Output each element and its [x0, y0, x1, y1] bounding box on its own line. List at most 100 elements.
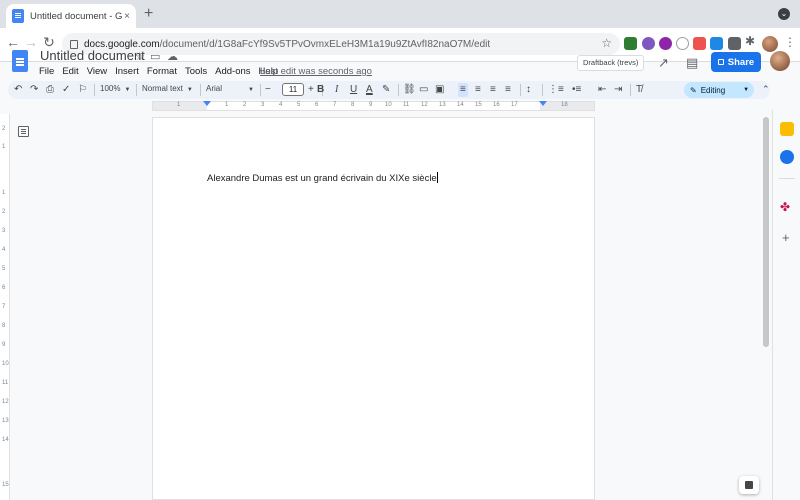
bold-button[interactable]: B — [317, 83, 324, 97]
toolbar-divider — [520, 84, 521, 96]
font-size-input[interactable]: 11 — [282, 83, 304, 96]
explore-button[interactable] — [739, 476, 759, 494]
text-color-button[interactable]: A — [366, 83, 373, 97]
close-icon[interactable]: × — [124, 11, 130, 22]
bookmark-star-icon[interactable]: ☆ — [601, 36, 612, 50]
ruler-label: 8 — [2, 323, 6, 329]
puzzle-icon[interactable]: ✱ — [745, 34, 758, 48]
align-center-icon[interactable]: ≡ — [475, 83, 481, 97]
ruler-label: 3 — [2, 228, 6, 234]
underline-button[interactable]: U — [350, 83, 357, 97]
more-vert-icon[interactable]: ⋮ — [784, 35, 796, 49]
toolbar-divider — [260, 84, 261, 96]
align-justify-icon[interactable]: ≡ — [505, 83, 511, 97]
italic-button[interactable]: I — [335, 83, 338, 97]
document-outline-icon[interactable] — [18, 126, 29, 137]
ruler-label: 4 — [279, 102, 283, 108]
zoom-value: 100% — [100, 84, 121, 93]
line-spacing-icon[interactable]: ↕ — [526, 83, 531, 97]
align-right-icon[interactable]: ≡ — [490, 83, 496, 97]
back-button[interactable]: ← — [4, 34, 22, 50]
tasks-icon[interactable] — [780, 150, 794, 164]
menu-format[interactable]: Format — [147, 66, 177, 77]
numbered-list-icon[interactable]: ⋮≡ — [548, 83, 564, 97]
extension-icon[interactable] — [624, 37, 637, 50]
browser-tab[interactable]: Untitled document - Google Docs × — [6, 4, 136, 28]
chevron-up-icon[interactable]: ⌃ — [762, 84, 770, 95]
menu-add-ons[interactable]: Add-ons — [215, 66, 250, 77]
scrollbar[interactable] — [763, 117, 769, 347]
ruler-label: 11 — [403, 102, 410, 108]
cloud-status-icon[interactable]: ☁ — [167, 50, 178, 63]
decrease-font-size-button[interactable]: − — [265, 83, 271, 97]
draftback-button[interactable]: Draftback (trevs) — [577, 55, 645, 71]
redo-icon[interactable]: ↷ — [30, 83, 38, 97]
vertical-ruler[interactable]: 2 1 1 2 3 4 5 6 7 8 9 10 11 12 13 14 15 — [0, 114, 10, 500]
extension-icon[interactable] — [659, 37, 672, 50]
insert-image-icon[interactable]: ▣ — [435, 83, 444, 97]
zoom-select[interactable]: 100% ▼ — [100, 84, 130, 93]
omnibox[interactable]: docs.google.com/document/d/1G8aFcYf9Sv5T… — [62, 33, 620, 55]
ruler-label: 9 — [369, 102, 373, 108]
extension-icon[interactable] — [676, 37, 689, 50]
horizontal-ruler[interactable]: 1 1 2 3 4 5 6 7 8 9 10 11 12 13 14 15 16… — [152, 101, 595, 111]
style-select[interactable]: Normal text ▼ — [142, 84, 193, 93]
font-value: Arial — [206, 84, 223, 93]
keep-icon[interactable] — [780, 122, 794, 136]
highlight-color-icon[interactable]: ✎ — [382, 83, 390, 97]
forward-button[interactable]: → — [22, 34, 40, 50]
url-path: /document/d/1G8aFcYf9Sv5TPvOvmxELeH3M1a1… — [159, 38, 491, 50]
menu-tools[interactable]: Tools — [185, 66, 207, 77]
star-icon[interactable]: ☆ — [135, 50, 145, 63]
add-addon-icon[interactable]: + — [782, 230, 790, 245]
share-label: Share — [727, 56, 755, 68]
spellcheck-icon[interactable]: ✓ — [62, 83, 70, 97]
menu-bar: File Edit View Insert Format Tools Add-o… — [39, 66, 278, 77]
activity-trend-icon[interactable]: ↗ — [658, 55, 669, 71]
extension-icon[interactable] — [693, 37, 706, 50]
ruler-label: 14 — [457, 102, 464, 108]
document-body[interactable]: Alexandre Dumas est un grand écrivain du… — [207, 172, 438, 184]
avatar[interactable] — [770, 51, 790, 71]
toolbar-divider — [398, 84, 399, 96]
font-select[interactable]: Arial ▼ — [206, 84, 254, 93]
undo-icon[interactable]: ↶ — [14, 83, 22, 97]
right-indent-marker[interactable] — [539, 101, 547, 106]
align-left-icon[interactable]: ≡ — [458, 83, 468, 97]
document-title[interactable]: Untitled document — [40, 48, 145, 63]
decrease-indent-icon[interactable]: ⇤ — [598, 83, 606, 97]
menu-insert[interactable]: Insert — [115, 66, 139, 77]
paint-format-icon[interactable]: ⚐ — [78, 83, 87, 97]
insert-link-icon[interactable]: ⛓ — [403, 83, 416, 97]
text-cursor — [436, 172, 438, 183]
comment-history-icon[interactable]: ▤ — [686, 55, 698, 71]
increase-font-size-button[interactable]: + — [308, 83, 314, 97]
menu-view[interactable]: View — [87, 66, 107, 77]
extension-icon[interactable] — [728, 37, 741, 50]
clear-formatting-icon[interactable]: T̸ — [636, 83, 642, 97]
last-edit-link[interactable]: Last edit was seconds ago — [260, 66, 372, 77]
add-comment-icon[interactable]: ▭ — [419, 83, 428, 97]
left-indent-marker[interactable] — [203, 101, 211, 106]
document-page[interactable]: Alexandre Dumas est un grand écrivain du… — [152, 117, 595, 500]
move-folder-icon[interactable]: ▭ — [150, 50, 160, 63]
print-icon[interactable]: ⎙ — [46, 83, 54, 97]
extension-icon[interactable] — [642, 37, 655, 50]
extension-icon[interactable] — [710, 37, 723, 50]
formatting-toolbar: ↶ ↷ ⎙ ✓ ⚐ 100% ▼ Normal text ▼ Arial ▼ − 11… — [8, 81, 770, 99]
chevron-down-icon[interactable]: ⌄ — [778, 8, 790, 20]
bulleted-list-icon[interactable]: •≡ — [572, 83, 581, 97]
menu-edit[interactable]: Edit — [62, 66, 78, 77]
menu-file[interactable]: File — [39, 66, 54, 77]
toolbar-divider — [136, 84, 137, 96]
increase-indent-icon[interactable]: ⇥ — [614, 83, 622, 97]
editing-mode-button[interactable]: ✎ Editing ▼ — [684, 82, 754, 98]
new-tab-button[interactable]: + — [144, 5, 153, 23]
addon-butterfly-icon[interactable]: ✤ — [780, 200, 794, 214]
ruler-label: 9 — [2, 342, 6, 348]
document-paragraph[interactable]: Alexandre Dumas est un grand écrivain du… — [207, 173, 437, 184]
avatar[interactable] — [762, 36, 778, 52]
docs-logo-icon[interactable] — [12, 50, 28, 72]
lock-icon — [717, 59, 724, 65]
share-button[interactable]: Share — [711, 52, 761, 72]
